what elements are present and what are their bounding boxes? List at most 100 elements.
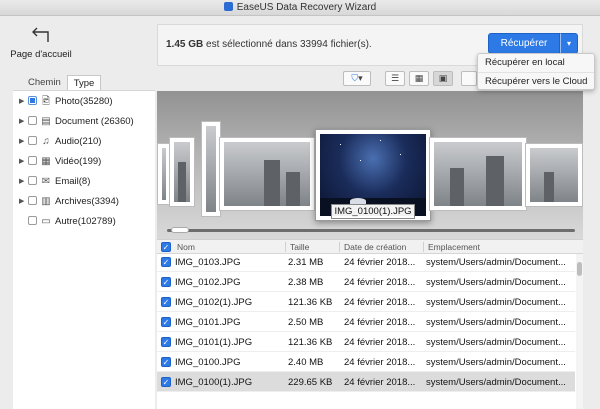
home-button[interactable]: Page d'accueil: [0, 17, 82, 75]
cell-name: IMG_0100(1).JPG: [175, 377, 253, 388]
col-header-date[interactable]: Date de création: [344, 242, 406, 252]
cell-size: 2.40 MB: [288, 357, 324, 368]
menu-item-recover-cloud[interactable]: Récupérer vers le Cloud: [478, 72, 594, 90]
thumbnail[interactable]: [169, 137, 195, 207]
file-type-tree: ▶ 🖻 Photo(35280) ▶ ▤ Document (26360) ▶ ♫ Audi…: [13, 90, 155, 409]
row-checkbox[interactable]: ✓: [161, 277, 171, 287]
music-note-icon: ♫: [42, 136, 50, 147]
expand-triangle-icon[interactable]: ▶: [19, 195, 26, 209]
tree-item-other[interactable]: ▭ Autre(102789): [19, 215, 116, 229]
col-header-size[interactable]: Taille: [290, 242, 309, 252]
app-logo-icon: [223, 2, 233, 11]
expand-triangle-icon[interactable]: ▶: [19, 135, 26, 149]
video-icon: ▦: [41, 156, 51, 167]
recover-button[interactable]: Récupérer: [488, 33, 560, 54]
cell-name: IMG_0102(1).JPG: [175, 297, 253, 308]
tree-checkbox[interactable]: [28, 96, 37, 105]
tree-item-label: Archives(3394): [55, 196, 119, 207]
grid-view-button[interactable]: ▦: [409, 71, 429, 86]
table-row[interactable]: ✓ IMG_0101.JPG 2.50 MB 24 février 2018..…: [157, 312, 575, 332]
list-icon: ☰: [390, 73, 400, 83]
recover-dropdown-toggle[interactable]: ▾: [560, 33, 578, 54]
tree-checkbox[interactable]: [28, 216, 37, 225]
cell-date: 24 février 2018...: [344, 337, 416, 348]
table-scrollbar[interactable]: [576, 254, 583, 409]
row-checkbox[interactable]: ✓: [161, 257, 171, 267]
col-header-location[interactable]: Emplacement: [428, 242, 480, 252]
thumbnail-caption: IMG_0100(1).JPG: [331, 204, 415, 219]
cell-name: IMG_0101(1).JPG: [175, 337, 253, 348]
list-view-button[interactable]: ☰: [385, 71, 405, 86]
selection-text: est sélectionné dans 33994 fichier(s).: [206, 39, 372, 50]
filter-icon: ⛉: [351, 73, 359, 83]
tree-checkbox[interactable]: [28, 156, 37, 165]
document-icon: ▤: [41, 116, 51, 127]
tree-item-label: Document (26360): [55, 116, 134, 127]
tree-item-photo[interactable]: ▶ 🖻 Photo(35280): [19, 95, 113, 109]
tree-checkbox[interactable]: [28, 116, 37, 125]
row-checkbox[interactable]: ✓: [161, 377, 171, 387]
tree-checkbox[interactable]: [28, 176, 37, 185]
gallery-scroll-track[interactable]: [167, 229, 575, 232]
tree-item-archives[interactable]: ▶ ▥ Archives(3394): [19, 195, 119, 209]
envelope-icon: ✉: [41, 176, 51, 187]
cell-date: 24 février 2018...: [344, 377, 416, 388]
cell-size: 2.38 MB: [288, 277, 324, 288]
filter-button[interactable]: ⛉▾: [343, 71, 371, 86]
select-all-checkbox[interactable]: ✓: [161, 242, 171, 252]
coverflow-view-button[interactable]: ▣: [433, 71, 453, 86]
table-row[interactable]: ✓ IMG_0100.JPG 2.40 MB 24 février 2018..…: [157, 352, 575, 372]
back-arrow-icon: [32, 27, 49, 42]
cell-date: 24 février 2018...: [344, 297, 416, 308]
gallery-scroll-thumb[interactable]: [171, 227, 189, 233]
tree-item-label: Email(8): [55, 176, 91, 187]
tab-path[interactable]: Chemin: [22, 75, 67, 91]
thumbnail[interactable]: [201, 121, 221, 217]
expand-triangle-icon[interactable]: ▶: [19, 175, 26, 189]
table-row[interactable]: ✓ IMG_0102(1).JPG 121.36 KB 24 février 2…: [157, 292, 575, 312]
row-checkbox[interactable]: ✓: [161, 297, 171, 307]
thumbnail[interactable]: [219, 137, 315, 211]
expand-triangle-icon[interactable]: ▶: [19, 115, 26, 129]
col-header-name[interactable]: Nom: [177, 242, 195, 252]
tree-item-email[interactable]: ▶ ✉ Email(8): [19, 175, 90, 189]
cell-name: IMG_0101.JPG: [175, 317, 241, 328]
table-row[interactable]: ✓ IMG_0102.JPG 2.38 MB 24 février 2018..…: [157, 272, 575, 292]
thumbnail[interactable]: [525, 143, 583, 207]
expand-triangle-icon[interactable]: ▶: [19, 155, 26, 169]
table-row[interactable]: ✓ IMG_0101(1).JPG 121.36 KB 24 février 2…: [157, 332, 575, 352]
image-file-icon: 🖻: [41, 96, 51, 107]
row-checkbox[interactable]: ✓: [161, 337, 171, 347]
row-checkbox[interactable]: ✓: [161, 357, 171, 367]
table-scroll-thumb[interactable]: [577, 262, 582, 276]
cell-name: IMG_0102.JPG: [175, 277, 241, 288]
tree-checkbox[interactable]: [28, 136, 37, 145]
cell-date: 24 février 2018...: [344, 317, 416, 328]
tab-type[interactable]: Type: [66, 75, 102, 91]
window-titlebar: EaseUS Data Recovery Wizard: [0, 0, 600, 16]
sidebar-tabs: Chemin Type: [22, 75, 102, 91]
cell-location: system/Users/admin/Document...: [426, 257, 566, 268]
cell-date: 24 février 2018...: [344, 277, 416, 288]
cell-location: system/Users/admin/Document...: [426, 317, 566, 328]
tree-item-video[interactable]: ▶ ▦ Vidéo(199): [19, 155, 101, 169]
selection-size: 1.45 GB: [166, 39, 204, 50]
table-row-selected[interactable]: ✓ IMG_0100(1).JPG 229.65 KB 24 février 2…: [157, 372, 575, 392]
menu-item-recover-local[interactable]: Récupérer en local: [478, 54, 594, 72]
tree-checkbox[interactable]: [28, 196, 37, 205]
cell-location: system/Users/admin/Document...: [426, 357, 566, 368]
tree-item-audio[interactable]: ▶ ♫ Audio(210): [19, 135, 101, 149]
cell-size: 121.36 KB: [288, 337, 333, 348]
home-label: Page d'accueil: [10, 49, 72, 60]
row-checkbox[interactable]: ✓: [161, 317, 171, 327]
thumbnail[interactable]: [429, 137, 527, 211]
cell-size: 229.65 KB: [288, 377, 333, 388]
coverflow-gallery[interactable]: IMG_0100(1).JPG: [157, 91, 583, 239]
tree-item-label: Vidéo(199): [55, 156, 102, 167]
tree-item-document[interactable]: ▶ ▤ Document (26360): [19, 115, 134, 129]
search-field-edge[interactable]: [461, 71, 477, 86]
cell-size: 2.31 MB: [288, 257, 324, 268]
selection-info: 1.45 GB est sélectionné dans 33994 fichi…: [166, 39, 372, 50]
expand-triangle-icon[interactable]: ▶: [19, 95, 26, 109]
table-row[interactable]: ✓ IMG_0103.JPG 2.31 MB 24 février 2018..…: [157, 252, 575, 272]
